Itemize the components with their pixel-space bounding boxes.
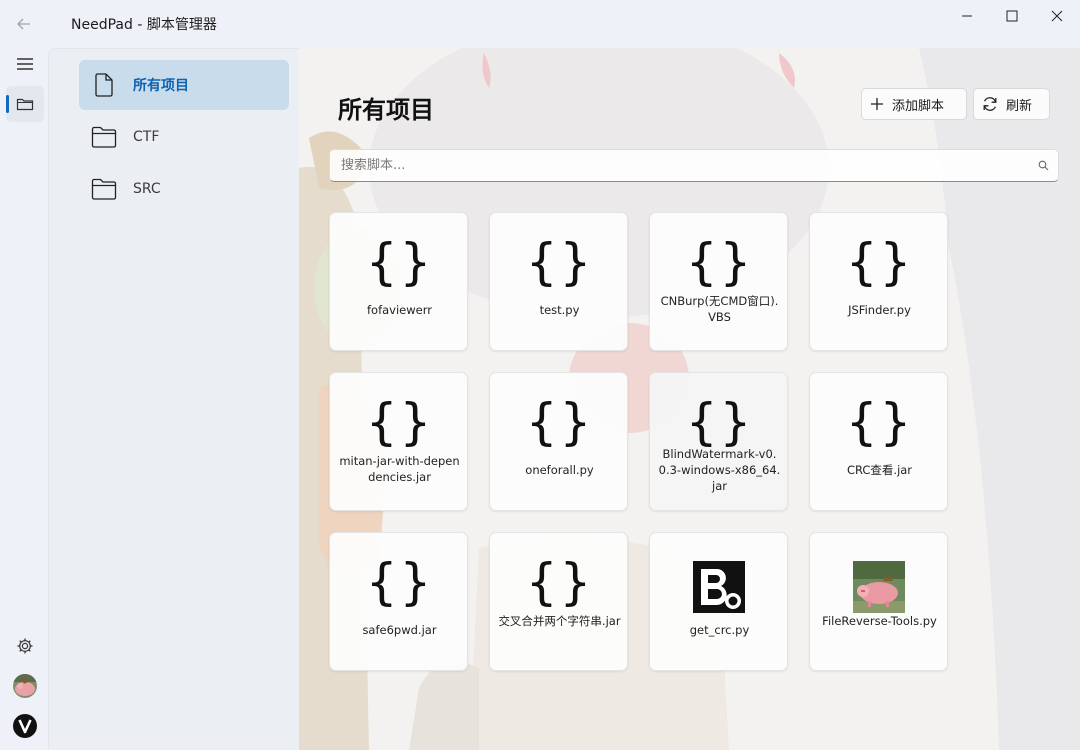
add-script-label: 添加脚本 (892, 98, 945, 114)
braces-icon: {} (525, 393, 594, 451)
nav-item-label: SRC (133, 181, 161, 197)
script-name: safe6pwd.jar (362, 623, 437, 637)
menu-button[interactable] (6, 46, 44, 82)
b-logo-image (693, 561, 745, 613)
avatar (13, 674, 37, 698)
script-card[interactable]: {} fofaviewerr (329, 212, 468, 351)
pig-image (853, 561, 905, 613)
nav-item-src[interactable]: SRC (79, 164, 289, 214)
script-name: test.py (539, 303, 580, 317)
back-button[interactable] (8, 8, 40, 40)
script-name: BlindWatermark-v0.0.3-windows-x86_64.jar (658, 447, 781, 493)
braces-icon: {} (365, 393, 434, 451)
script-card[interactable]: {} mitan-jar-with-dependencies.jar (329, 372, 468, 511)
maximize-button[interactable] (989, 0, 1034, 32)
refresh-icon (982, 96, 998, 112)
script-name: JSFinder.py (848, 303, 911, 317)
page-title: 所有项目 (338, 96, 434, 124)
braces-icon: {} (525, 553, 594, 611)
script-card[interactable]: FileReverse-Tools.py (809, 532, 948, 671)
search-box (329, 149, 1059, 182)
braces-icon: {} (365, 233, 434, 291)
avatar-button[interactable] (6, 668, 44, 704)
braces-icon: {} (525, 233, 594, 291)
nav-item-label: CTF (133, 129, 160, 145)
script-card[interactable]: {} safe6pwd.jar (329, 532, 468, 671)
script-card[interactable]: {} 交叉合并两个字符串.jar (489, 532, 628, 671)
hamburger-icon (17, 58, 33, 70)
folder-icon (91, 126, 117, 148)
plus-icon (870, 97, 884, 111)
gear-icon (17, 638, 33, 654)
logo-button[interactable] (6, 708, 44, 744)
braces-icon: {} (685, 393, 754, 451)
minimize-button[interactable] (944, 0, 989, 32)
script-card[interactable]: {} CRC查看.jar (809, 372, 948, 511)
search-icon[interactable] (1028, 160, 1058, 171)
script-card[interactable]: {} CNBurp(无CMD窗口).VBS (649, 212, 788, 351)
script-card[interactable]: {} BlindWatermark-v0.0.3-windows-x86_64.… (649, 372, 788, 511)
script-card[interactable]: {} oneforall.py (489, 372, 628, 511)
window-title: NeedPad - 脚本管理器 (71, 17, 217, 33)
close-icon (1051, 10, 1062, 22)
settings-button[interactable] (6, 628, 44, 664)
braces-icon: {} (365, 553, 434, 611)
braces-icon: {} (845, 393, 914, 451)
script-card[interactable]: get_crc.py (649, 532, 788, 671)
script-name: oneforall.py (525, 463, 594, 477)
rail-folder-button[interactable] (6, 86, 44, 122)
script-name: mitan-jar-with-dependencies.jar (339, 454, 460, 484)
v-logo-icon (13, 714, 37, 738)
script-name: CNBurp(无CMD窗口).VBS (660, 294, 779, 324)
script-card[interactable]: {} JSFinder.py (809, 212, 948, 351)
refresh-button[interactable]: 刷新 (973, 88, 1050, 120)
back-arrow-icon (17, 18, 30, 30)
rail-selection-indicator (6, 95, 9, 113)
braces-icon: {} (685, 233, 754, 291)
script-name: FileReverse-Tools.py (822, 614, 937, 628)
braces-icon: {} (845, 233, 914, 291)
folder-icon (16, 98, 34, 111)
navigation-panel: 所有项目 CTF SRC (48, 48, 299, 750)
document-icon (91, 73, 117, 97)
maximize-icon (1006, 10, 1017, 22)
refresh-label: 刷新 (1006, 98, 1033, 114)
close-button[interactable] (1034, 0, 1079, 32)
script-name: get_crc.py (689, 623, 750, 637)
title-bar: NeedPad - 脚本管理器 (0, 0, 1080, 48)
script-name: CRC查看.jar (846, 463, 913, 477)
add-script-button[interactable]: 添加脚本 (861, 88, 967, 120)
search-input[interactable] (330, 158, 1028, 173)
script-name: 交叉合并两个字符串.jar (498, 614, 621, 628)
minimize-icon (961, 15, 972, 17)
script-name: fofaviewerr (367, 303, 432, 317)
nav-item-all-items[interactable]: 所有项目 (79, 60, 289, 110)
script-card[interactable]: {} test.py (489, 212, 628, 351)
nav-item-ctf[interactable]: CTF (79, 112, 289, 162)
content-area: 所有项目 添加脚本 刷新 {} fofaviewerr {} test.py {… (299, 48, 1080, 750)
folder-icon (91, 178, 117, 200)
nav-item-label: 所有项目 (133, 78, 189, 94)
